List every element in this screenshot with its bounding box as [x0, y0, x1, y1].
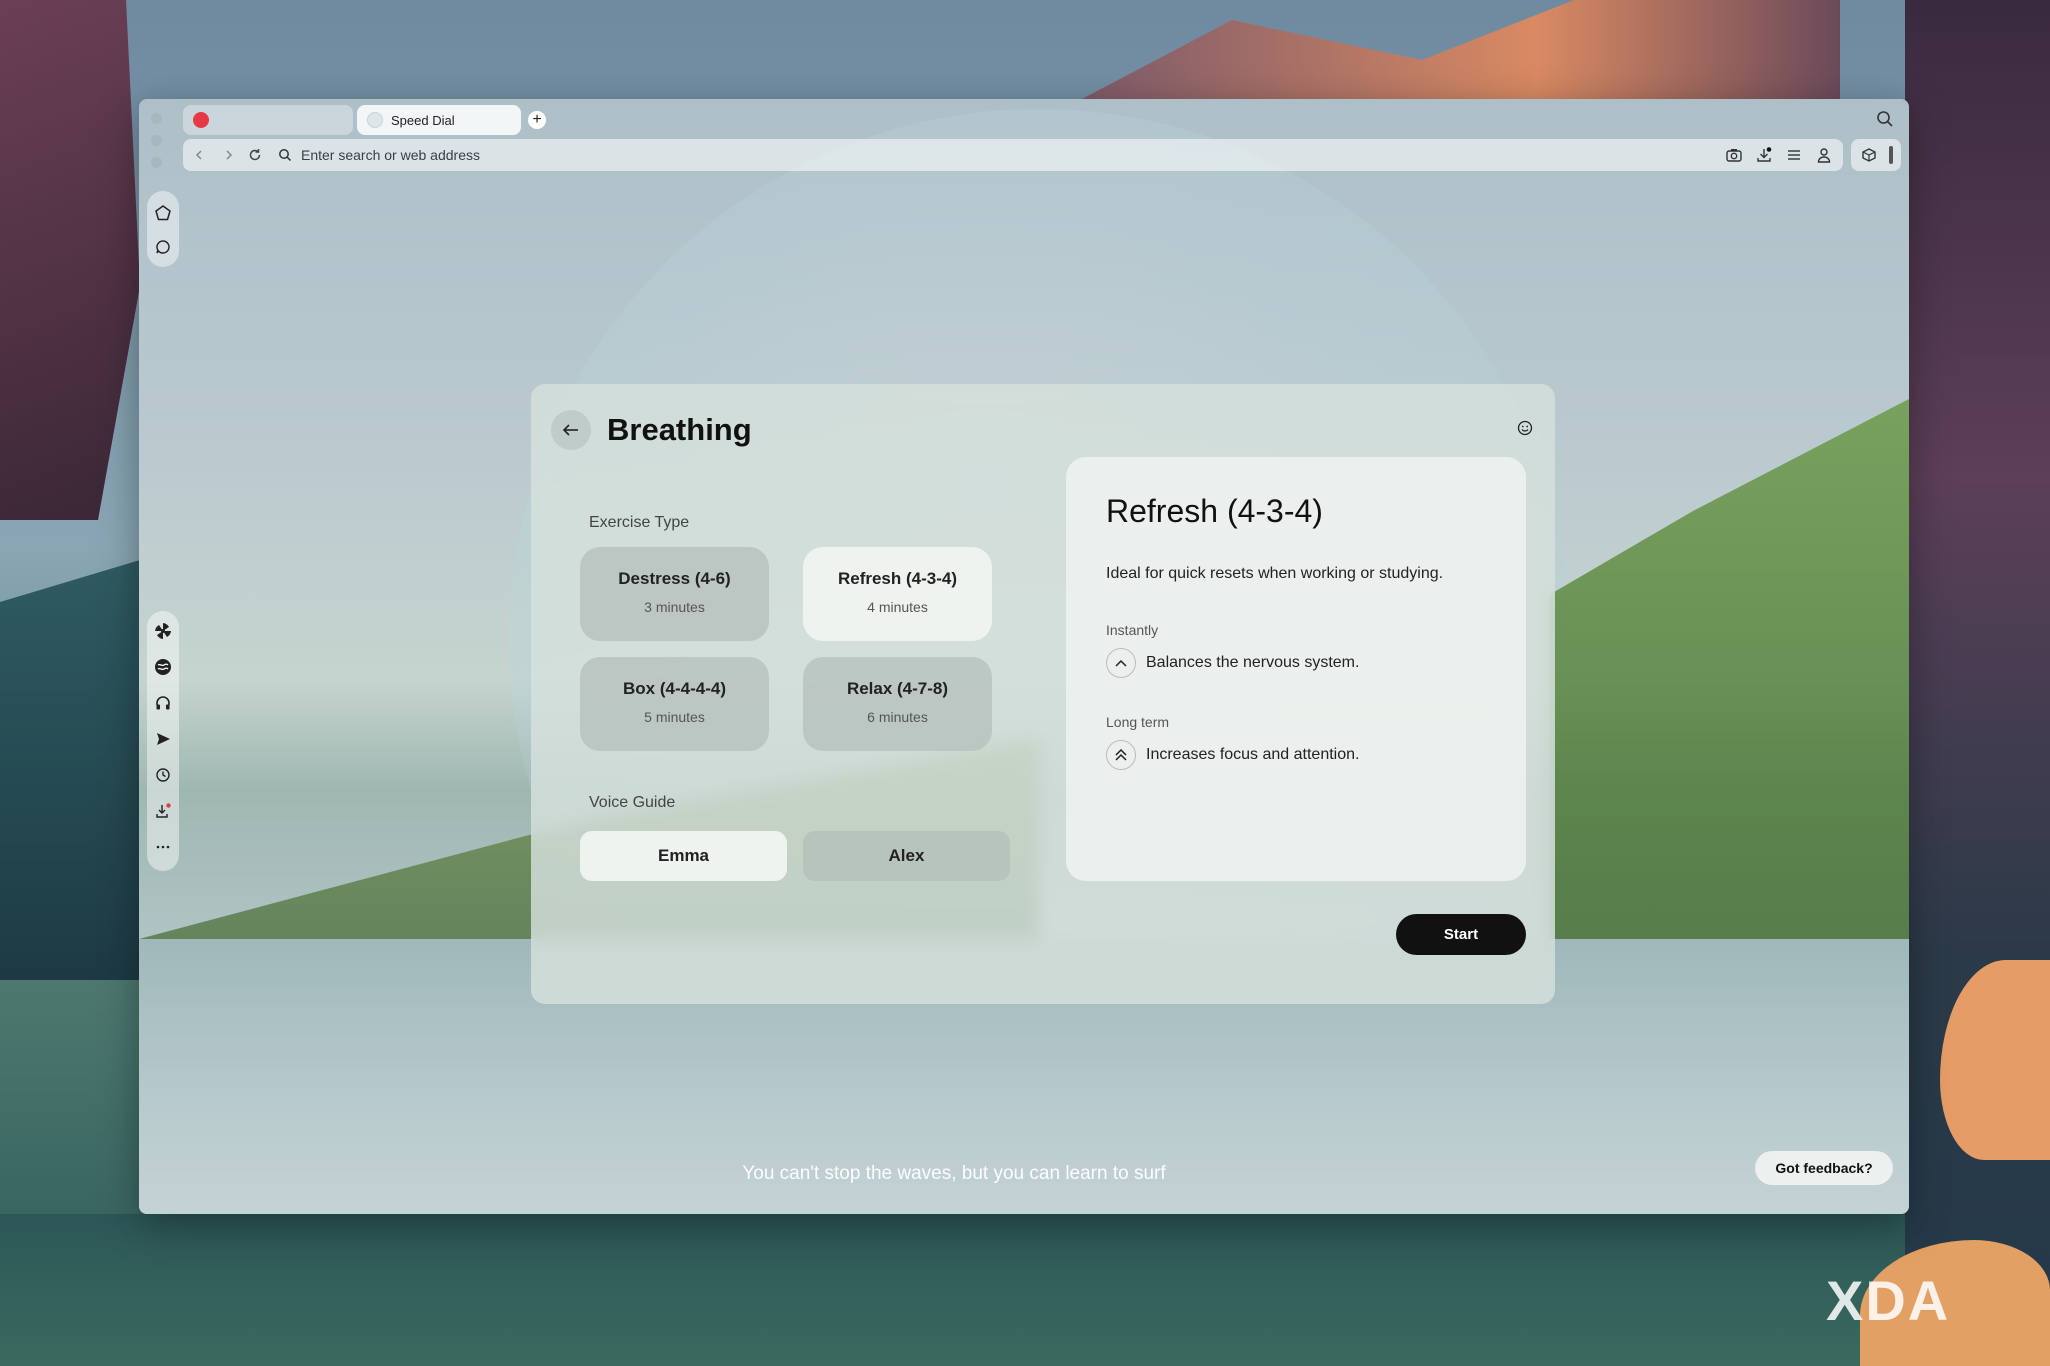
- menu-icon[interactable]: [1784, 145, 1804, 165]
- detail-title: Refresh (4-3-4): [1106, 493, 1323, 529]
- address-bar: [183, 139, 1843, 171]
- exercise-duration: 4 minutes: [867, 599, 928, 615]
- exercise-duration: 5 minutes: [644, 709, 705, 725]
- desktop-floor: [0, 1214, 2050, 1366]
- exercise-duration: 6 minutes: [867, 709, 928, 725]
- chat-ai-icon[interactable]: [153, 237, 173, 257]
- longterm-label: Long term: [1106, 714, 1170, 730]
- pentagon-home-icon[interactable]: [153, 203, 173, 223]
- back-icon[interactable]: [189, 145, 209, 165]
- smiley-icon[interactable]: [1517, 420, 1533, 436]
- sidebar-main: [147, 611, 179, 871]
- desktop-mountain-right: [1905, 0, 2050, 1366]
- scroll-handle[interactable]: [1889, 146, 1893, 164]
- voice-alex-button[interactable]: Alex: [803, 831, 1010, 881]
- longterm-benefit: Increases focus and attention.: [1146, 746, 1360, 763]
- exercise-name: Relax (4-7-8): [846, 679, 949, 698]
- extensions-area: [1851, 139, 1901, 171]
- sidebar-downloads-icon[interactable]: [153, 801, 173, 821]
- reload-icon[interactable]: [245, 145, 265, 165]
- downloads-icon[interactable]: [1754, 145, 1774, 165]
- detail-description: Ideal for quick resets when working or s…: [1106, 565, 1444, 582]
- exercise-detail-card: Refresh (4-3-4) Ideal for quick resets w…: [1066, 457, 1526, 881]
- address-input[interactable]: [301, 144, 1201, 166]
- new-tab-button[interactable]: +: [528, 111, 546, 129]
- exercise-card-destress[interactable]: Destress (4-6) 3 minutes: [580, 547, 769, 641]
- red-logo-icon: [193, 112, 209, 128]
- panel-back-button[interactable]: [551, 410, 591, 450]
- search-icon: [275, 145, 295, 165]
- double-chevron-up-icon: [1106, 740, 1136, 770]
- quote-text: You can't stop the waves, but you can le…: [742, 1163, 1166, 1184]
- breathing-panel: Breathing Exercise Type Destress (4-6) 3…: [531, 384, 1555, 1004]
- speed-dial-icon: [367, 112, 383, 128]
- tab-speed-dial[interactable]: Speed Dial: [357, 105, 521, 135]
- exercise-card-relax[interactable]: Relax (4-7-8) 6 minutes: [803, 657, 992, 751]
- instantly-benefit: Balances the nervous system.: [1146, 654, 1360, 671]
- exercise-duration: 3 minutes: [644, 599, 705, 615]
- desktop-lake-left: [0, 560, 140, 980]
- tab-search-icon[interactable]: [1875, 109, 1895, 129]
- forward-icon[interactable]: [219, 145, 239, 165]
- extensions-icon[interactable]: [1859, 145, 1879, 165]
- sidebar-top: [147, 191, 179, 267]
- window-zoom-button[interactable]: [151, 157, 162, 168]
- tab-bar: Speed Dial +: [139, 99, 1909, 168]
- tab-1[interactable]: [183, 105, 353, 135]
- send-icon[interactable]: [153, 729, 173, 749]
- exercise-name: Box (4-4-4-4): [623, 679, 726, 698]
- background-hill-right: [1549, 399, 1909, 959]
- profile-icon[interactable]: [1814, 145, 1834, 165]
- chevron-up-icon: [1106, 648, 1136, 678]
- history-clock-icon[interactable]: [153, 765, 173, 785]
- waves-icon[interactable]: [153, 657, 173, 677]
- voice-emma-button[interactable]: Emma: [580, 831, 787, 881]
- exercise-card-refresh[interactable]: Refresh (4-3-4) 4 minutes: [803, 547, 992, 641]
- window-minimize-button[interactable]: [151, 135, 162, 146]
- start-button[interactable]: Start: [1396, 914, 1526, 955]
- pinwheel-icon[interactable]: [153, 621, 173, 641]
- desktop-mountain-top: [1080, 0, 1840, 100]
- headphones-icon[interactable]: [153, 693, 173, 713]
- camera-icon[interactable]: [1724, 145, 1744, 165]
- instantly-label: Instantly: [1106, 622, 1159, 638]
- tab-label: Speed Dial: [391, 112, 455, 128]
- window-close-button[interactable]: [151, 113, 162, 124]
- exercise-name: Destress (4-6): [618, 569, 731, 588]
- xda-watermark: XDA: [1826, 1269, 1951, 1332]
- exercise-type-label: Exercise Type: [589, 514, 690, 531]
- exercise-name: Refresh (4-3-4): [837, 569, 958, 588]
- arrow-left-icon: [562, 424, 578, 436]
- panel-title: Breathing: [607, 412, 752, 447]
- exercise-card-box[interactable]: Box (4-4-4-4) 5 minutes: [580, 657, 769, 751]
- desktop-mountain-left: [0, 0, 140, 520]
- feedback-button[interactable]: Got feedback?: [1755, 1151, 1893, 1185]
- browser-window: Speed Dial + Enter search or web address…: [139, 99, 1909, 1214]
- more-icon[interactable]: [153, 837, 173, 857]
- voice-guide-label: Voice Guide: [589, 794, 676, 811]
